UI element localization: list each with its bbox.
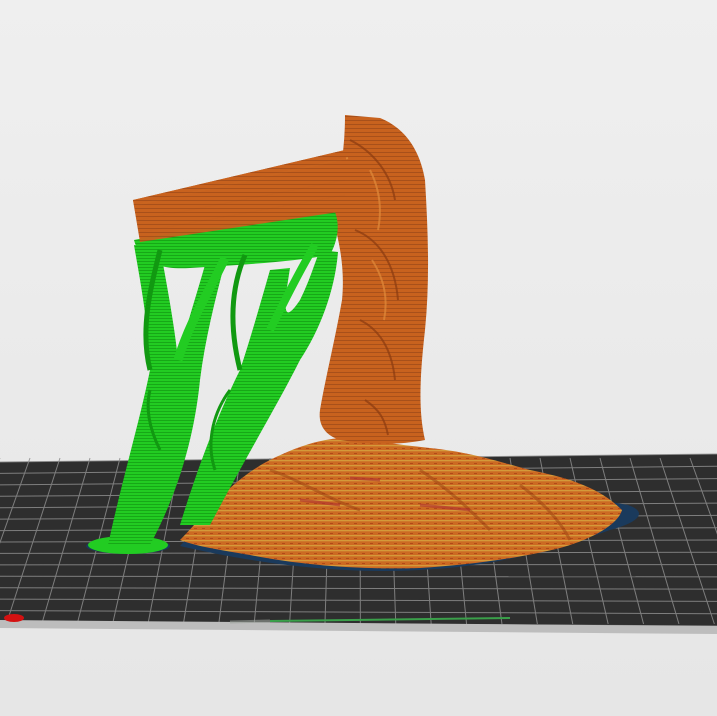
3d-preview-viewport[interactable] <box>0 0 717 716</box>
scene-canvas[interactable] <box>0 0 717 716</box>
origin-marker <box>4 614 24 622</box>
